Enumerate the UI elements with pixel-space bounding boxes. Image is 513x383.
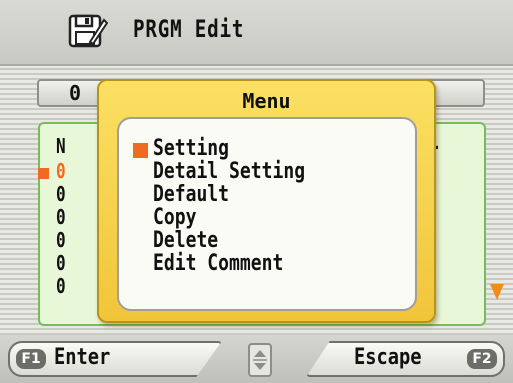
menu-item-edit-comment[interactable]: Edit Comment [153, 252, 283, 276]
page-title: PRGM Edit [133, 15, 245, 43]
f2-key-badge: F2 [467, 349, 497, 369]
menu-item-detail-setting[interactable]: Detail Setting [153, 160, 305, 184]
list-header-text: 0 [69, 81, 82, 105]
menu-item-copy[interactable]: Copy [153, 206, 196, 230]
list-selection-marker [38, 168, 49, 179]
f1-key-badge: F1 [16, 349, 46, 369]
list-item[interactable]: 0 [56, 206, 66, 228]
enter-button-label: Enter [54, 345, 111, 370]
menu-selection-marker [133, 143, 148, 158]
menu-list: Setting Detail Setting Default Copy Dele… [117, 117, 417, 311]
menu-popup: Menu Setting Detail Setting Default Copy… [97, 79, 436, 323]
list-item[interactable]: 0 [56, 183, 66, 205]
menu-title: Menu [242, 89, 291, 113]
list-item-selected[interactable]: 0 [56, 160, 66, 182]
footer-bar: F1 Enter Escape F2 [0, 335, 513, 383]
list-item[interactable]: 0 [56, 229, 66, 251]
list-item[interactable]: 0 [56, 275, 66, 297]
escape-button-label: Escape [354, 345, 422, 370]
scroll-down-arrow-icon[interactable] [490, 284, 504, 300]
menu-item-setting[interactable]: Setting [153, 137, 229, 161]
menu-item-default[interactable]: Default [153, 183, 229, 207]
title-bar: PRGM Edit [0, 0, 513, 66]
escape-button[interactable]: Escape F2 [306, 341, 505, 377]
enter-button[interactable]: F1 Enter [8, 341, 222, 377]
list-item[interactable]: 0 [56, 252, 66, 274]
list-item[interactable]: N [56, 135, 66, 157]
menu-item-delete[interactable]: Delete [153, 229, 218, 253]
floppy-pencil-icon [68, 14, 108, 48]
up-down-arrows-icon [248, 343, 272, 377]
